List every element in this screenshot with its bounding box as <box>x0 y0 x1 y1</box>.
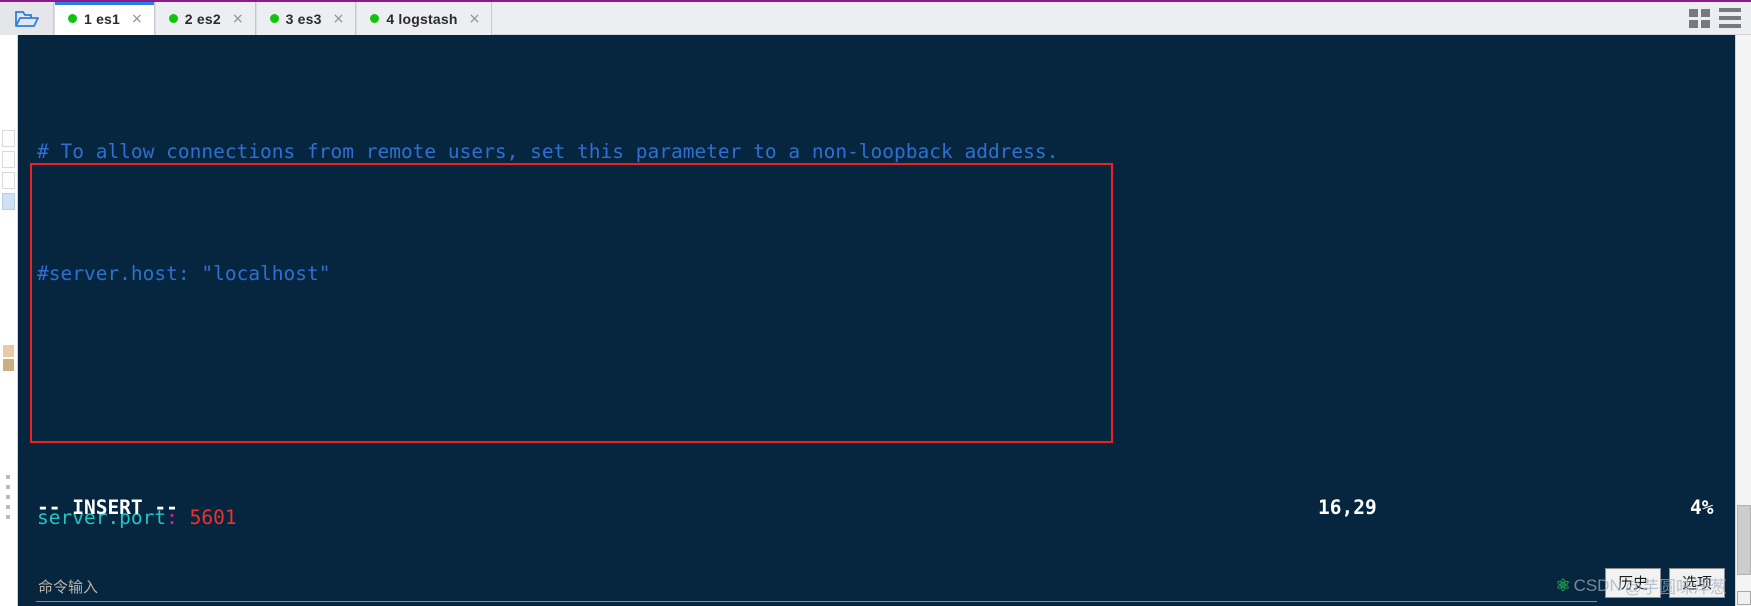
terminal-line-commented-host: #server.host: "localhost" <box>18 259 1735 290</box>
tab-status-dot-icon <box>68 14 77 23</box>
scrollbar-thumb[interactable] <box>1737 505 1751 575</box>
tab-status-dot-icon <box>370 14 380 23</box>
folder-open-icon <box>14 9 40 29</box>
vim-scroll-percent: 4% <box>1690 495 1714 519</box>
terminal-line-comment-remote: # To allow connections from remote users… <box>18 137 1735 168</box>
options-button[interactable]: 选项 <box>1668 568 1725 598</box>
tab-status-dot-icon <box>269 14 279 23</box>
vim-cursor-position: 16,29 <box>1318 495 1377 519</box>
main-body: # To allow connections from remote users… <box>0 35 1751 606</box>
comment-text: #server.host: "localhost" <box>37 261 331 285</box>
tab-label: 3 es3 <box>285 10 322 27</box>
vim-mode-indicator: -- INSERT -- <box>37 495 178 519</box>
hamburger-menu-icon[interactable] <box>1719 8 1741 28</box>
tab-close-icon[interactable]: × <box>131 12 143 26</box>
tab-close-icon[interactable]: × <box>232 12 244 26</box>
rail-dots-icon <box>6 475 10 519</box>
tab-es3[interactable]: 3 es3 × <box>255 2 357 35</box>
tab-es2[interactable]: 2 es2 × <box>154 2 256 35</box>
tab-logstash[interactable]: 4 logstash × <box>356 2 493 35</box>
tab-close-icon[interactable]: × <box>469 12 481 26</box>
rail-chip[interactable] <box>2 130 15 147</box>
tab-label: 1 es1 <box>84 10 121 27</box>
tab-bar-actions <box>1681 2 1751 35</box>
rail-chip[interactable] <box>2 151 15 168</box>
grid-view-icon[interactable] <box>1689 8 1710 28</box>
tab-es1[interactable]: 1 es1 × <box>54 2 155 35</box>
rail-chip-selected[interactable] <box>2 193 15 210</box>
rail-mark <box>3 359 14 371</box>
command-input[interactable] <box>36 577 1597 602</box>
tab-bar: 1 es1 × 2 es2 × 3 es3 × 4 logstash × <box>0 0 1751 35</box>
scrollbar-down-button[interactable] <box>1737 591 1751 605</box>
folder-open-button[interactable] <box>0 2 54 35</box>
vertical-scrollbar[interactable] <box>1735 35 1751 606</box>
tab-label: 2 es2 <box>184 10 221 27</box>
tab-bar-spacer <box>492 2 1681 35</box>
tab-status-dot-icon <box>168 14 178 23</box>
history-button[interactable]: 历史 <box>1604 568 1661 598</box>
tab-close-icon[interactable]: × <box>333 12 345 26</box>
comment-text: # To allow connections from remote users… <box>37 139 1059 163</box>
rail-mark <box>3 345 14 357</box>
tab-list: 1 es1 × 2 es2 × 3 es3 × 4 logstash × <box>54 2 1681 35</box>
tab-label: 4 logstash <box>386 10 458 27</box>
vim-status-line: -- INSERT -- 16,29 4% <box>18 490 1735 524</box>
left-rail <box>0 35 18 606</box>
command-bar: 历史 选项 <box>18 554 1735 606</box>
terminal-app-window: 1 es1 × 2 es2 × 3 es3 × 4 logstash × # T… <box>0 0 1751 606</box>
rail-chip[interactable] <box>2 172 15 189</box>
terminal-viewport[interactable]: # To allow connections from remote users… <box>18 35 1735 606</box>
